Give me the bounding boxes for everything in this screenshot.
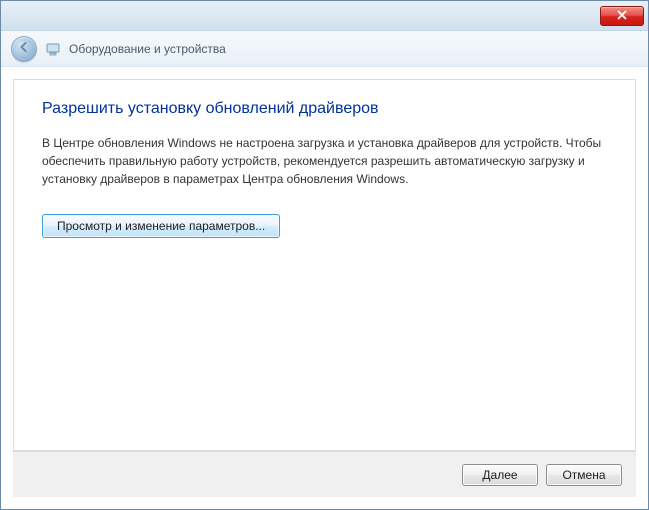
close-button[interactable] — [600, 6, 644, 26]
header-title: Оборудование и устройства — [69, 42, 226, 56]
content-wrap: Разрешить установку обновлений драйверов… — [1, 67, 648, 509]
cancel-button[interactable]: Отмена — [546, 464, 622, 486]
back-button[interactable] — [11, 36, 37, 62]
arrow-left-icon — [18, 41, 30, 56]
header-bar: Оборудование и устройства — [1, 31, 648, 67]
next-button[interactable]: Далее — [462, 464, 538, 486]
troubleshooter-window: Оборудование и устройства Разрешить уста… — [0, 0, 649, 510]
titlebar — [1, 1, 648, 31]
close-icon — [617, 9, 627, 23]
content-panel: Разрешить установку обновлений драйверов… — [13, 79, 636, 451]
footer-bar: Далее Отмена — [13, 451, 636, 497]
view-change-settings-button[interactable]: Просмотр и изменение параметров... — [42, 214, 280, 238]
main-heading: Разрешить установку обновлений драйверов — [42, 100, 607, 118]
hardware-icon — [45, 41, 61, 57]
body-text: В Центре обновления Windows не настроена… — [42, 134, 602, 188]
